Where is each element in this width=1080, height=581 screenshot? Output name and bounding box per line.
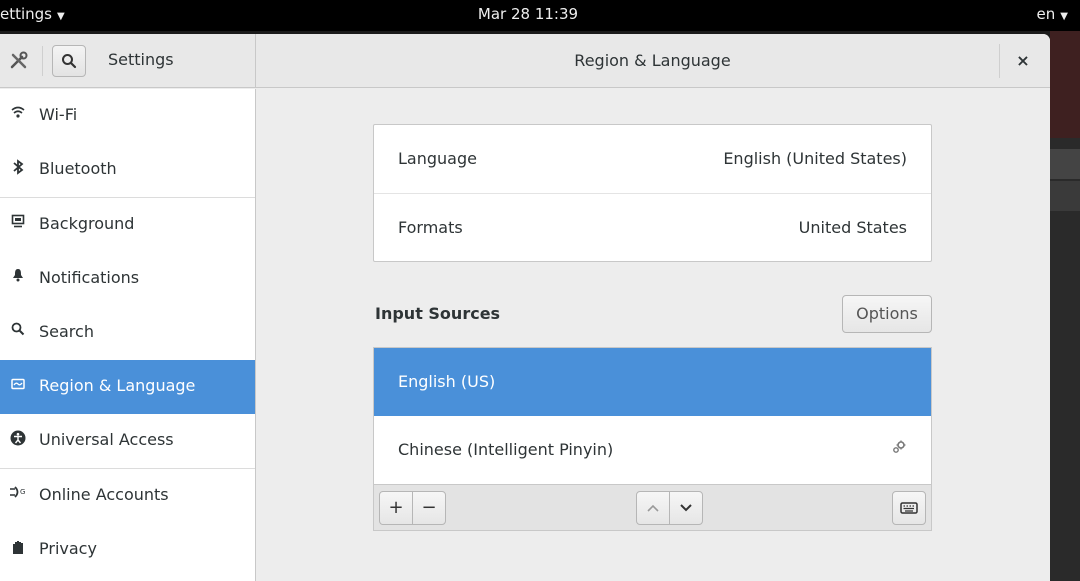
sidebar-item-label: Region & Language xyxy=(39,376,196,395)
keyboard-icon xyxy=(900,502,918,514)
settings-window: Settings Region & Language × Wi-Fi Bluet… xyxy=(0,34,1050,581)
page-title: Region & Language xyxy=(574,51,731,70)
keyboard-layout-label: en xyxy=(1036,5,1056,23)
desktop-background xyxy=(1050,31,1080,581)
input-source-name: English (US) xyxy=(398,372,496,391)
sidebar-item-universal-access[interactable]: Universal Access xyxy=(0,414,255,468)
chevron-down-icon xyxy=(680,504,692,512)
input-sources-heading: Input Sources xyxy=(375,304,501,323)
svg-text:G: G xyxy=(20,488,25,496)
sidebar-item-label: Search xyxy=(39,322,94,341)
add-input-source-button[interactable]: + xyxy=(379,491,413,525)
close-button[interactable]: × xyxy=(1008,48,1038,74)
input-source-row[interactable]: Chinese (Intelligent Pinyin) xyxy=(374,416,931,484)
gear-icon[interactable] xyxy=(891,439,907,459)
search-button[interactable] xyxy=(52,45,86,77)
keyboard-layout-button[interactable] xyxy=(892,491,926,525)
chevron-up-icon xyxy=(647,504,659,512)
background-window-edge xyxy=(1050,181,1080,211)
online-accounts-icon: G xyxy=(8,485,28,505)
formats-label: Formats xyxy=(398,218,463,237)
keyboard-layout-menu[interactable]: en ▼ xyxy=(1037,5,1068,23)
region-icon xyxy=(8,376,28,396)
bluetooth-icon xyxy=(8,159,28,179)
input-sources-list: English (US) Chinese (Intelligent Pinyin… xyxy=(373,347,932,531)
remove-input-source-button[interactable]: − xyxy=(412,491,446,525)
sidebar-title: Settings xyxy=(108,50,174,69)
top-bar: ettings ▼ Mar 28 11:39 en ▼ xyxy=(0,0,1080,31)
privacy-icon xyxy=(8,539,28,559)
input-source-name: Chinese (Intelligent Pinyin) xyxy=(398,440,614,459)
separator xyxy=(999,44,1000,78)
sidebar-item-label: Online Accounts xyxy=(39,485,169,504)
separator xyxy=(42,46,43,76)
input-sources-toolbar: + − xyxy=(374,484,931,530)
sidebar-item-label: Bluetooth xyxy=(39,159,117,178)
sidebar-item-label: Background xyxy=(39,214,135,233)
sidebar-item-region-language[interactable]: Region & Language xyxy=(0,360,255,414)
sidebar-item-label: Notifications xyxy=(39,268,140,287)
wifi-icon xyxy=(8,105,28,125)
sidebar-item-search[interactable]: Search xyxy=(0,306,255,360)
chevron-down-icon: ▼ xyxy=(1060,11,1068,22)
sidebar-item-wifi[interactable]: Wi-Fi xyxy=(0,89,255,143)
tools-icon xyxy=(8,50,30,72)
sidebar: Wi-Fi Bluetooth Background Notifications xyxy=(0,89,256,581)
formats-row[interactable]: Formats United States xyxy=(374,193,931,261)
language-row[interactable]: Language English (United States) xyxy=(374,125,931,193)
background-window-edge xyxy=(1050,149,1080,179)
background-icon xyxy=(8,214,28,234)
language-formats-panel: Language English (United States) Formats… xyxy=(373,124,932,262)
move-down-button[interactable] xyxy=(669,491,703,525)
search-icon xyxy=(8,322,28,342)
formats-value: United States xyxy=(798,218,907,237)
bell-icon xyxy=(8,268,28,288)
sidebar-item-bluetooth[interactable]: Bluetooth xyxy=(0,143,255,197)
header-bar: Settings Region & Language × xyxy=(0,34,1050,88)
sidebar-item-label: Privacy xyxy=(39,539,97,558)
sidebar-item-notifications[interactable]: Notifications xyxy=(0,252,255,306)
language-label: Language xyxy=(398,149,477,168)
sidebar-item-label: Universal Access xyxy=(39,430,174,449)
background-window-edge xyxy=(1050,31,1080,138)
search-icon xyxy=(62,54,77,69)
input-source-row[interactable]: English (US) xyxy=(374,348,931,416)
options-button[interactable]: Options xyxy=(842,295,932,333)
header-bar-sidebar-section: Settings xyxy=(0,34,256,88)
sidebar-item-privacy[interactable]: Privacy xyxy=(0,523,255,577)
sidebar-item-online-accounts[interactable]: G Online Accounts xyxy=(0,469,255,523)
sidebar-item-background[interactable]: Background xyxy=(0,198,255,252)
close-icon: × xyxy=(1016,51,1030,70)
move-up-button[interactable] xyxy=(636,491,670,525)
sidebar-item-label: Wi-Fi xyxy=(39,105,78,124)
language-value: English (United States) xyxy=(723,149,907,168)
clock[interactable]: Mar 28 11:39 xyxy=(0,5,1056,23)
accessibility-icon xyxy=(8,430,28,450)
